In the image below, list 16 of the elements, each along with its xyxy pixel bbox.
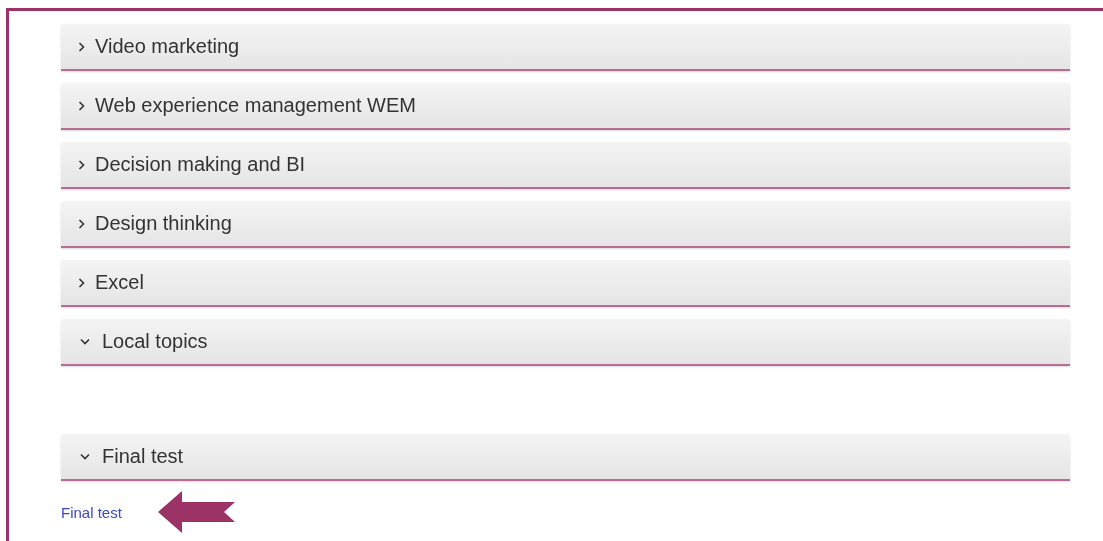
chevron-down-icon <box>80 338 90 345</box>
accordion-header[interactable]: Web experience management WEM <box>61 83 1070 130</box>
final-test-link[interactable]: Final test <box>61 503 122 521</box>
arrow-icon <box>157 491 236 533</box>
accordion-header[interactable]: Decision making and BI <box>61 142 1070 189</box>
accordion-header[interactable]: Excel <box>61 260 1070 307</box>
chevron-down-icon <box>80 453 90 460</box>
accordion-header[interactable]: Local topics <box>61 319 1070 366</box>
accordion-header[interactable]: Final test <box>61 434 1070 481</box>
chevron-right-icon <box>78 100 85 111</box>
accordion-header[interactable]: Video marketing <box>61 24 1070 71</box>
chevron-right-icon <box>78 277 85 288</box>
chevron-right-icon <box>78 41 85 52</box>
accordion-header[interactable]: Design thinking <box>61 201 1070 248</box>
chevron-right-icon <box>78 218 85 229</box>
chevron-right-icon <box>78 159 85 170</box>
